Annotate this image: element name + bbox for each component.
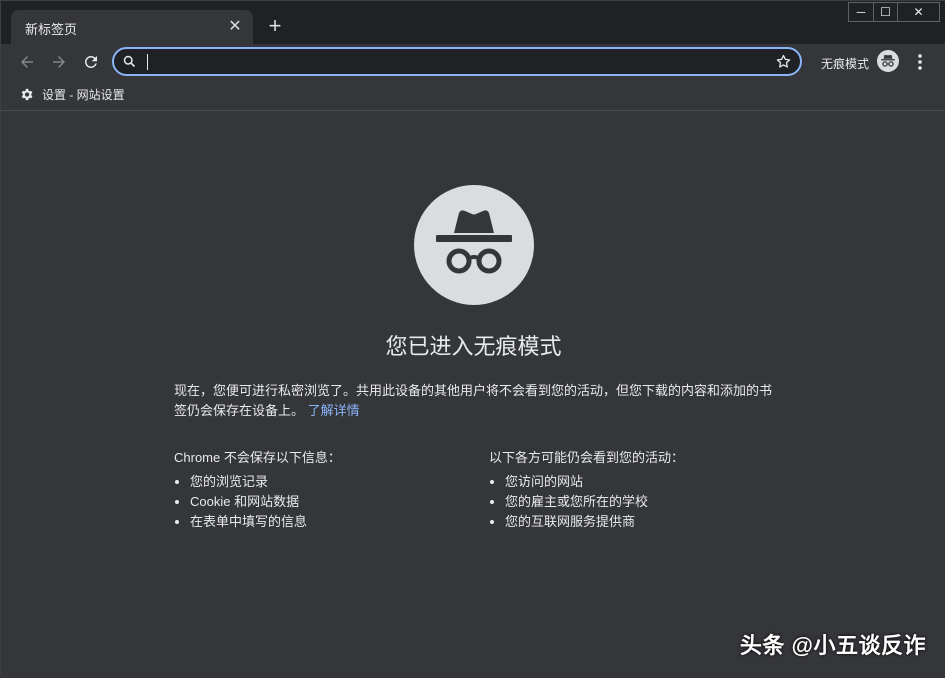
- reload-button[interactable]: [79, 50, 103, 74]
- omnibox[interactable]: [112, 47, 802, 76]
- list-item: 您的互联网服务提供商: [505, 512, 789, 532]
- gear-icon: [21, 88, 33, 101]
- page-title: 您已进入无痕模式: [385, 334, 562, 359]
- may-see-section: 以下各方可能仍会看到您的活动： 您访问的网站 您的雇主或您所在的学校 您的互联网…: [489, 447, 789, 532]
- tab-new-tab[interactable]: 新标签页 ✕: [11, 10, 253, 44]
- bookmark-star-icon[interactable]: [775, 53, 792, 75]
- maximize-button[interactable]: ☐: [873, 3, 897, 21]
- tab-title: 新标签页: [25, 22, 78, 37]
- list-item: 您的雇主或您所在的学校: [505, 492, 789, 512]
- tab-strip: 新标签页 ✕ + ─ ☐ ✕: [1, 1, 945, 44]
- back-arrow-icon: [21, 56, 33, 68]
- tab-close-icon[interactable]: ✕: [225, 17, 245, 37]
- bookmarks-bar: 设置 - 网站设置: [1, 80, 945, 111]
- list-item: 在表单中填写的信息: [190, 512, 474, 532]
- not-saved-list: 您的浏览记录 Cookie 和网站数据 在表单中填写的信息: [174, 472, 474, 532]
- forward-arrow-icon: [53, 56, 65, 68]
- may-see-title: 以下各方可能仍会看到您的活动：: [489, 450, 685, 465]
- toolbar: 无痕模式: [1, 44, 945, 80]
- learn-more-link[interactable]: 了解详情: [308, 403, 360, 418]
- new-tab-button[interactable]: +: [263, 14, 287, 38]
- search-icon: [122, 54, 137, 74]
- reload-icon: [84, 55, 97, 68]
- more-menu-icon[interactable]: [911, 50, 929, 74]
- incognito-avatar-icon[interactable]: [877, 50, 899, 72]
- browser-window: 新标签页 ✕ + ─ ☐ ✕ 无痕模式 设置 - 网站设置 您已进入无痕模式 现…: [0, 0, 945, 678]
- incognito-page: 您已进入无痕模式 现在，您便可进行私密浏览了。共用此设备的其他用户将不会看到您的…: [1, 111, 945, 678]
- text-caret: [147, 54, 148, 70]
- intro-text: 现在，您便可进行私密浏览了。共用此设备的其他用户将不会看到您的活动，但您下载的内…: [174, 383, 773, 418]
- close-button[interactable]: ✕: [897, 3, 939, 21]
- list-item: 您的浏览记录: [190, 472, 474, 492]
- may-see-list: 您访问的网站 您的雇主或您所在的学校 您的互联网服务提供商: [489, 472, 789, 532]
- watermark: 头条 @小五谈反诈: [739, 633, 926, 658]
- bookmark-label: 设置 - 网站设置: [42, 88, 125, 102]
- list-item: Cookie 和网站数据: [190, 492, 474, 512]
- not-saved-title: Chrome 不会保存以下信息：: [174, 450, 341, 465]
- intro-paragraph: 现在，您便可进行私密浏览了。共用此设备的其他用户将不会看到您的活动，但您下载的内…: [174, 381, 774, 421]
- incognito-label[interactable]: 无痕模式: [821, 55, 869, 72]
- forward-button[interactable]: [47, 50, 71, 74]
- back-button[interactable]: [15, 50, 39, 74]
- not-saved-section: Chrome 不会保存以下信息： 您的浏览记录 Cookie 和网站数据 在表单…: [174, 447, 474, 532]
- incognito-hero-icon: [414, 185, 534, 305]
- window-controls: ─ ☐ ✕: [848, 2, 940, 22]
- bookmark-site-settings[interactable]: 设置 - 网站设置: [19, 86, 125, 103]
- list-item: 您访问的网站: [505, 472, 789, 492]
- minimize-button[interactable]: ─: [849, 3, 873, 21]
- address-input[interactable]: [152, 51, 756, 75]
